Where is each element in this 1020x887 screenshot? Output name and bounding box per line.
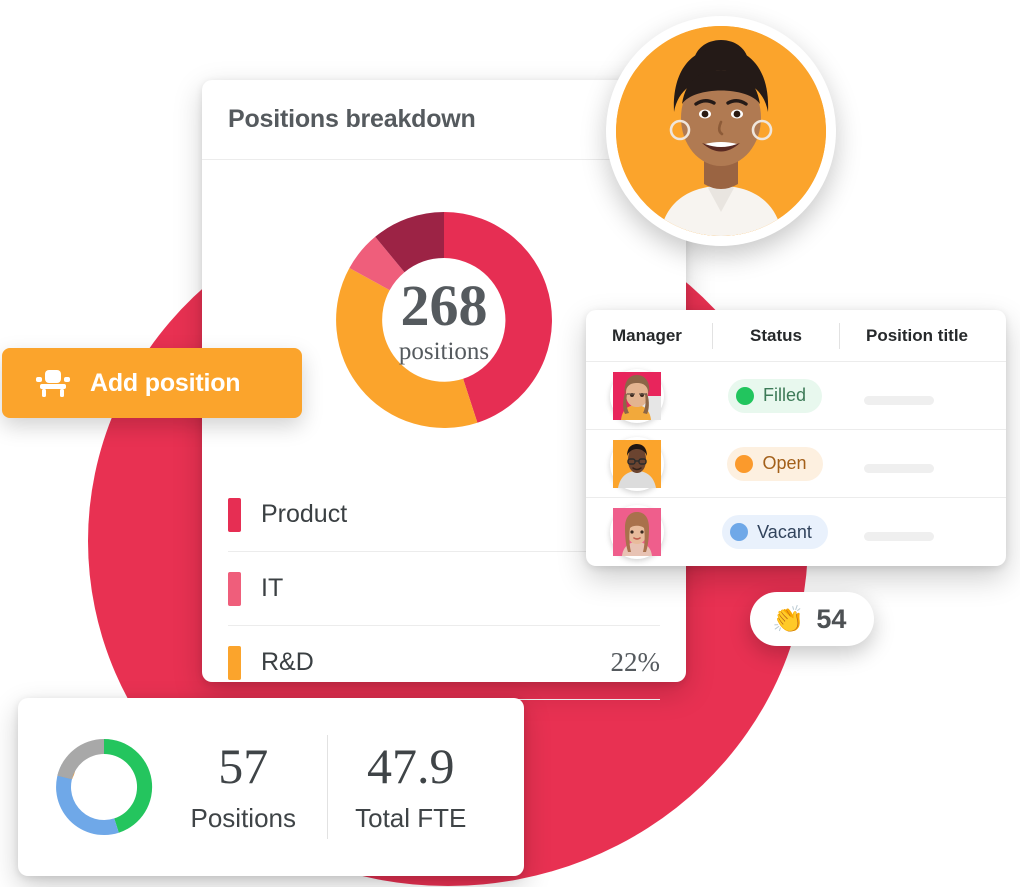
page-title: Positions breakdown	[228, 105, 476, 133]
cell-position-title	[838, 455, 996, 473]
stat-positions: 57 Positions	[160, 741, 327, 834]
status-label: Filled	[762, 385, 806, 405]
avatar	[616, 26, 826, 236]
chair-icon	[36, 368, 70, 398]
clap-count: 54	[816, 603, 847, 634]
clapping-hands-icon: 👏	[772, 604, 805, 634]
cell-position-title	[838, 387, 996, 405]
donut-svg	[336, 212, 552, 428]
legend-swatch-product	[228, 497, 241, 532]
stat-positions-label: Positions	[190, 802, 297, 833]
legend-label-rnd: R&D	[261, 648, 314, 676]
stat-fte-value: 47.9	[367, 737, 455, 794]
status-label: Vacant	[757, 521, 812, 542]
skeleton-bar	[864, 463, 934, 473]
stat-fte-label: Total FTE	[355, 802, 467, 833]
status-badge[interactable]: Filled	[727, 378, 822, 413]
avatar	[610, 505, 664, 559]
legend-label-it: IT	[261, 574, 284, 602]
status-badge[interactable]: Open	[727, 446, 823, 481]
stat-positions-value: 57	[218, 737, 269, 794]
cell-manager	[600, 436, 712, 491]
stat-total-fte: 47.9 Total FTE	[328, 741, 495, 834]
column-header-position-title: Position title	[866, 325, 968, 345]
status-label: Open	[762, 453, 807, 473]
avatar	[610, 368, 664, 423]
legend-swatch-rnd	[228, 645, 241, 680]
cell-manager	[600, 505, 712, 559]
table-row[interactable]: Filled	[586, 362, 1006, 430]
positions-donut-chart: 268 positions	[320, 196, 568, 444]
clap-reaction-badge[interactable]: 👏 54	[750, 592, 874, 646]
add-position-label: Add position	[90, 368, 241, 397]
mini-slice-filled	[104, 738, 153, 833]
cell-manager	[600, 368, 712, 423]
summary-stats-card: 57 Positions 47.9 Total FTE	[18, 698, 524, 876]
cell-status: Filled	[712, 378, 838, 413]
legend-row-rnd[interactable]: R&D 22%	[228, 626, 660, 700]
status-badge[interactable]: Vacant	[722, 515, 828, 549]
legend-label-product: Product	[261, 500, 348, 528]
add-position-button[interactable]: Add position	[2, 348, 302, 418]
illustration-stage: Positions breakdown 268 positions Produc…	[0, 0, 1020, 887]
table-row[interactable]: Open	[586, 430, 1006, 498]
table-row[interactable]: Vacant	[586, 498, 1006, 566]
hero-avatar	[606, 16, 836, 246]
skeleton-bar	[864, 395, 934, 405]
mini-slice-unassigned	[57, 739, 104, 780]
column-header-status: Status	[750, 325, 802, 345]
status-dot-icon	[730, 523, 749, 541]
cell-status: Vacant	[712, 515, 838, 549]
legend-pct-rnd: 22%	[610, 647, 661, 677]
column-header-manager: Manager	[612, 325, 682, 345]
positions-table-panel: Manager Status Position title Filled Ope…	[586, 310, 1006, 566]
cell-status: Open	[712, 446, 838, 481]
status-dot-icon	[735, 386, 754, 405]
status-dot-icon	[735, 454, 754, 473]
cell-position-title	[838, 523, 996, 541]
avatar	[610, 436, 664, 491]
table-header-row: Manager Status Position title	[586, 310, 1006, 362]
status-mini-donut-chart	[48, 731, 160, 843]
skeleton-bar	[864, 532, 934, 541]
legend-swatch-it	[228, 571, 241, 606]
donut-slice-rnd	[336, 268, 478, 428]
